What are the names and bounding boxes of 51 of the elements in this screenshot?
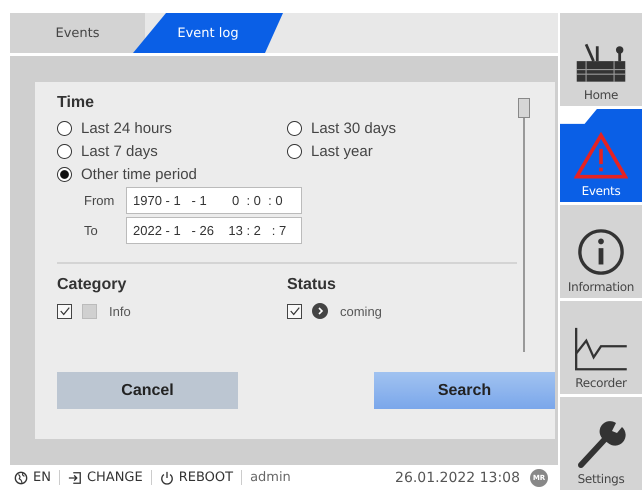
user-name: admin [250, 470, 291, 485]
radio-option[interactable]: Last year [287, 141, 487, 161]
radio-label: Last 7 days [81, 142, 158, 160]
wrench-icon [576, 418, 626, 468]
language-button[interactable]: EN [33, 470, 51, 485]
change-button[interactable]: CHANGE [86, 470, 143, 485]
field-label: From [84, 193, 116, 208]
radio-option[interactable]: Other time period [57, 164, 287, 184]
radio-label: Last year [311, 142, 373, 160]
nav-item[interactable]: Events [560, 109, 642, 202]
radio-option[interactable]: Last 30 days [287, 118, 487, 138]
radio-icon[interactable] [287, 120, 302, 136]
radio-label: Last 24 hours [81, 120, 172, 136]
tab[interactable]: Event log [133, 13, 283, 53]
tab[interactable]: Events [10, 13, 145, 53]
checkbox-label: coming [340, 304, 382, 318]
radio-label: Other time period [81, 166, 197, 182]
radio-icon[interactable] [57, 120, 72, 136]
field-label: To [84, 223, 99, 238]
checkbox[interactable] [57, 304, 72, 318]
radio-icon[interactable] [57, 166, 72, 182]
section-heading: Category [57, 276, 128, 295]
radio-label: Last 30 days [311, 120, 396, 136]
chevron-right-icon [312, 303, 328, 319]
cancel-button[interactable]: Cancel [57, 372, 238, 409]
nav-item[interactable]: Home [560, 13, 642, 106]
nav-item[interactable]: Recorder [560, 301, 642, 394]
info-icon [577, 228, 625, 276]
date-field[interactable]: 2022 - 1 - 26 13 : 2 : 7 [126, 217, 302, 244]
date-time: 26.01.2022 13:08 [395, 470, 520, 486]
scrollbar-thumb[interactable] [518, 98, 530, 118]
globe-icon [14, 470, 28, 484]
warning-icon [574, 132, 628, 180]
radio-icon[interactable] [57, 144, 72, 158]
nav-item[interactable]: Information [560, 205, 642, 298]
category-icon [82, 304, 97, 318]
radio-option[interactable]: Last 7 days [57, 141, 287, 161]
scrollbar[interactable] [517, 98, 531, 352]
section-heading: Status [287, 276, 337, 295]
search-button[interactable]: Search [374, 372, 555, 409]
radio-option[interactable]: Last 24 hours [57, 118, 287, 138]
section-heading: Time [57, 94, 96, 113]
checkbox[interactable] [287, 304, 302, 318]
date-field[interactable]: 1970 - 1 - 1 0 : 0 : 0 [126, 187, 302, 214]
radio-icon[interactable] [287, 144, 302, 158]
reboot-button[interactable]: REBOOT [178, 470, 234, 485]
login-icon [68, 470, 82, 484]
chart-icon [573, 326, 629, 372]
checkbox-label: Info [109, 304, 131, 318]
nav-item[interactable]: Settings [560, 397, 642, 490]
power-icon [160, 470, 174, 484]
